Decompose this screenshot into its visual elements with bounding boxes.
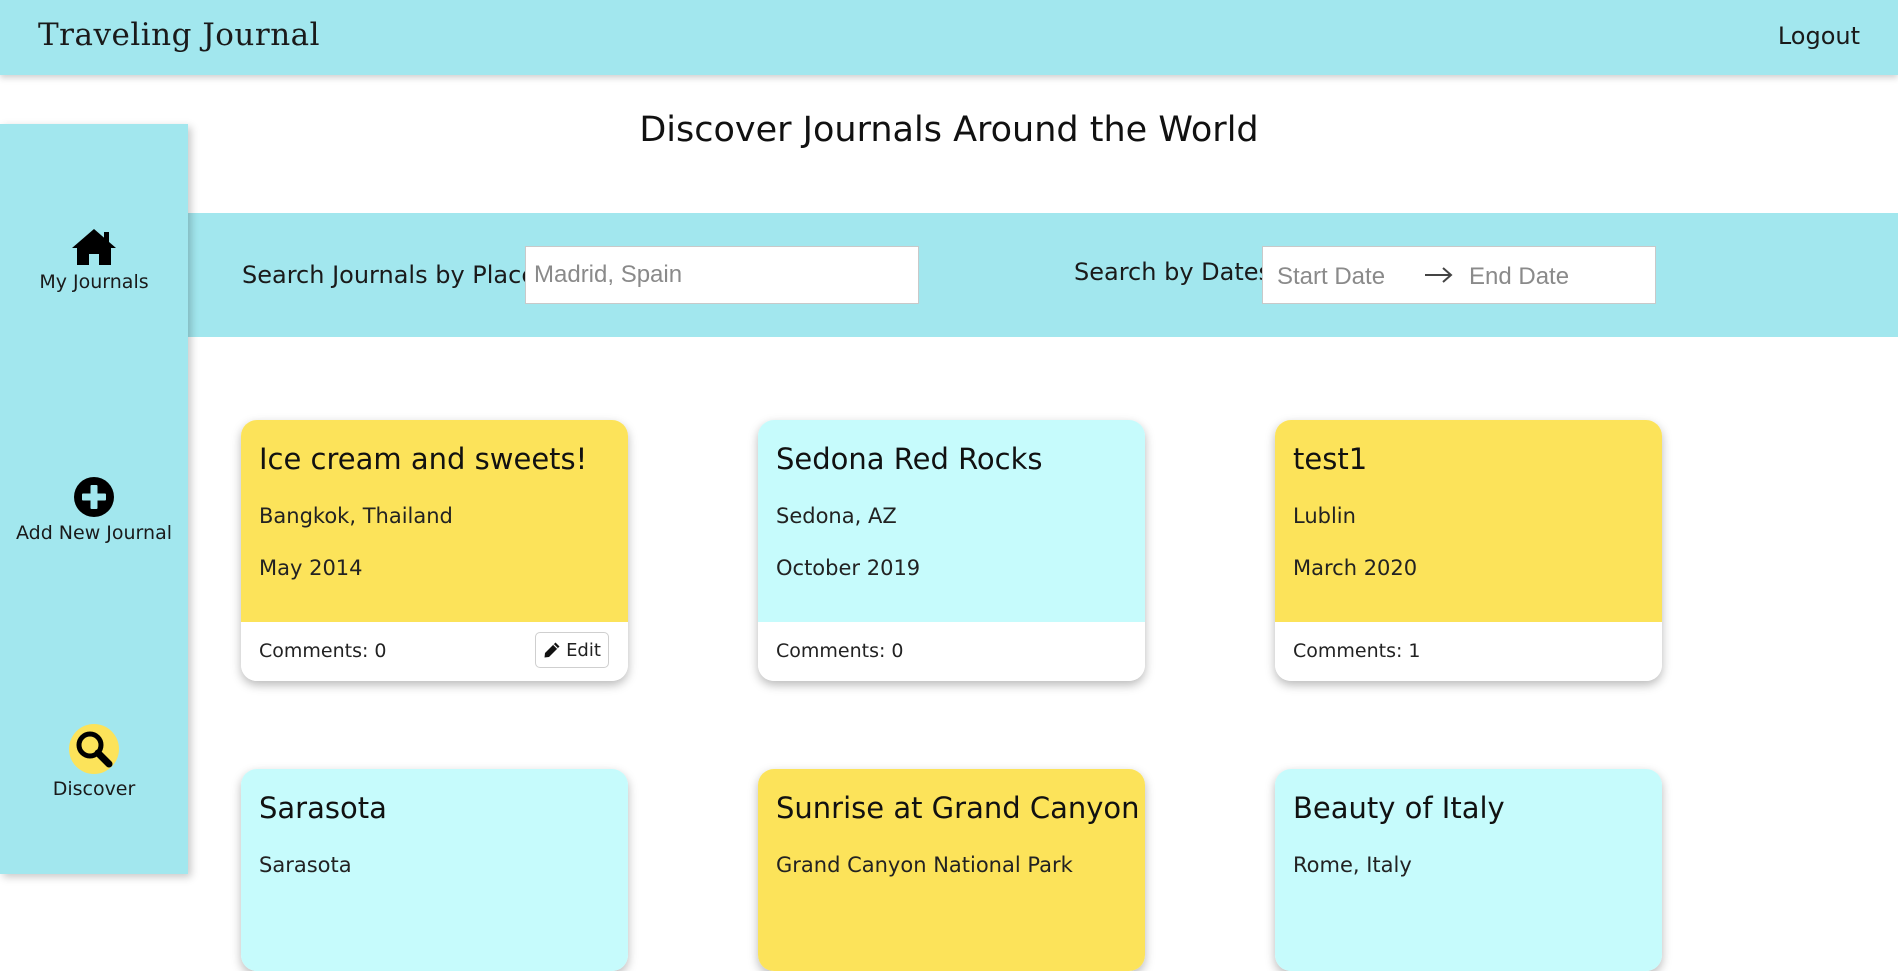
card-title: Sedona Red Rocks [776,442,1043,476]
journal-card[interactable]: Sarasota Sarasota [241,769,628,971]
date-search-label: Search by Dates [1074,258,1272,286]
journal-card[interactable]: Beauty of Italy Rome, Italy [1275,769,1662,971]
logout-link[interactable]: Logout [1778,22,1860,50]
card-footer: Comments: 0 [758,622,1145,681]
pencil-icon [544,642,560,658]
card-body: test1 Lublin March 2020 [1275,420,1662,622]
card-place: Bangkok, Thailand [259,504,453,528]
start-date-input[interactable]: Start Date [1277,263,1385,291]
place-search-input[interactable] [525,246,919,304]
card-place: Sarasota [259,853,352,877]
sidebar-item-discover[interactable]: Discover [0,724,188,800]
card-title: Sarasota [259,791,387,825]
brand-title[interactable]: Traveling Journal [38,17,320,53]
comments-count: Comments: 0 [259,640,387,662]
place-search-label: Search Journals by Place [242,261,537,289]
card-title: test1 [1293,442,1368,476]
card-place: Rome, Italy [1293,853,1412,877]
card-date: May 2014 [259,556,363,580]
card-title: Sunrise at Grand Canyon [776,791,1140,825]
sidebar-item-label: Discover [52,778,136,800]
end-date-input[interactable]: End Date [1469,263,1569,291]
card-body: Ice cream and sweets! Bangkok, Thailand … [241,420,628,622]
journal-card[interactable]: Sunrise at Grand Canyon Grand Canyon Nat… [758,769,1145,971]
journal-card[interactable]: Ice cream and sweets! Bangkok, Thailand … [241,420,628,681]
arrow-right-icon [1425,267,1453,283]
sidebar: My Journals Add New Journal Discover [0,124,188,874]
card-title: Beauty of Italy [1293,791,1505,825]
comments-count: Comments: 1 [1293,640,1421,662]
plus-circle-icon [74,477,114,517]
sidebar-item-my-journals[interactable]: My Journals [0,227,188,293]
card-place: Lublin [1293,504,1356,528]
card-title: Ice cream and sweets! [259,442,588,476]
card-place: Grand Canyon National Park [776,853,1073,877]
journal-card[interactable]: test1 Lublin March 2020 Comments: 1 [1275,420,1662,681]
sidebar-item-add-new-journal[interactable]: Add New Journal [0,476,188,544]
top-bar: Traveling Journal Logout [0,0,1898,75]
sidebar-item-label: Add New Journal [15,522,173,544]
card-footer: Comments: 0 Edit [241,622,628,681]
card-place: Sedona, AZ [776,504,897,528]
search-icon [69,724,119,774]
edit-label: Edit [566,639,601,661]
date-range-picker[interactable]: Start Date End Date [1262,246,1656,304]
card-body: Sarasota Sarasota [241,769,628,971]
page-title: Discover Journals Around the World [639,110,1259,150]
search-bar: Search Journals by Place Search by Dates… [188,213,1898,337]
edit-button[interactable]: Edit [535,632,609,668]
card-date: March 2020 [1293,556,1418,580]
home-icon [72,229,116,265]
sidebar-item-label: My Journals [39,271,149,293]
card-date: October 2019 [776,556,921,580]
journal-card[interactable]: Sedona Red Rocks Sedona, AZ October 2019… [758,420,1145,681]
comments-count: Comments: 0 [776,640,904,662]
card-footer: Comments: 1 [1275,622,1662,681]
card-body: Sedona Red Rocks Sedona, AZ October 2019 [758,420,1145,622]
card-body: Beauty of Italy Rome, Italy [1275,769,1662,971]
card-body: Sunrise at Grand Canyon Grand Canyon Nat… [758,769,1145,971]
